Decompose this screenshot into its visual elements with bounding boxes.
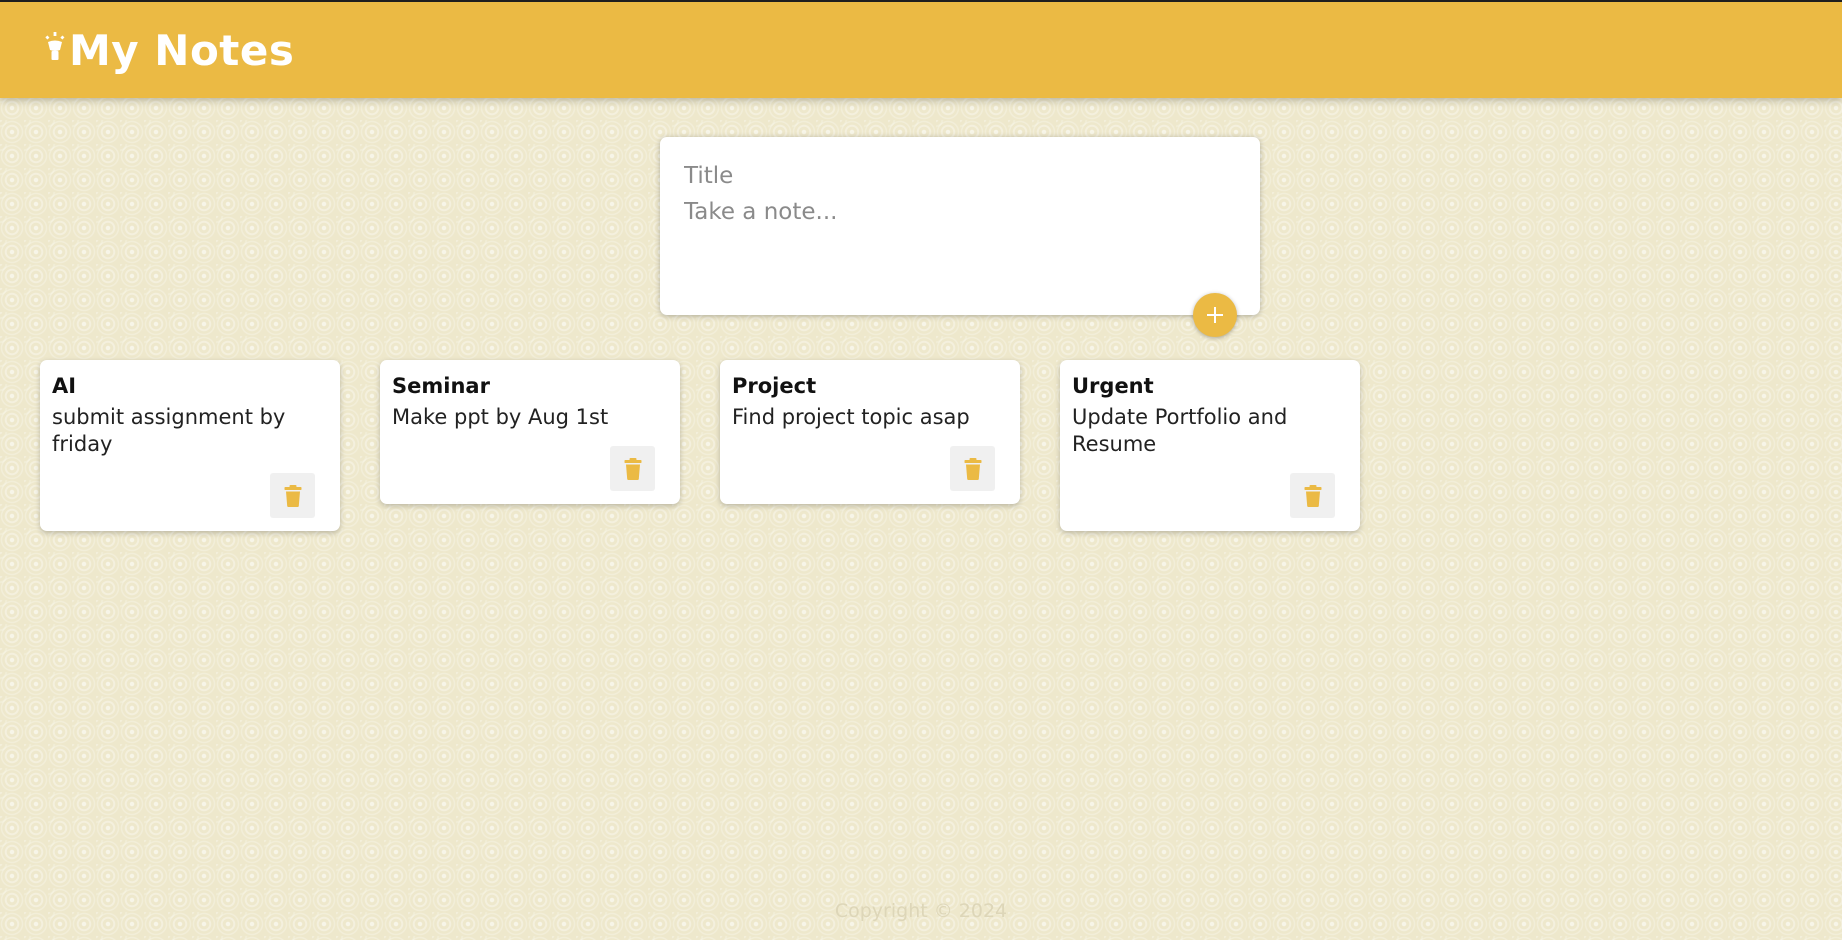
trash-icon xyxy=(964,457,981,480)
note-composer xyxy=(660,137,1260,315)
lightbulb-icon xyxy=(44,30,66,66)
note-title: Seminar xyxy=(392,374,490,398)
app-title: My Notes xyxy=(69,25,295,75)
trash-icon xyxy=(624,457,641,480)
note-content: Make ppt by Aug 1st xyxy=(392,405,609,429)
note-card: Seminar Make ppt by Aug 1st xyxy=(380,360,680,504)
brand: My Notes xyxy=(44,26,294,75)
note-title: Urgent xyxy=(1072,374,1154,398)
note-content: Update Portfolio and Resume xyxy=(1072,405,1288,456)
note-content-input[interactable] xyxy=(684,199,1234,279)
plus-icon xyxy=(1207,307,1223,323)
note-content: submit assignment by friday xyxy=(52,405,286,456)
add-note-button[interactable] xyxy=(1193,293,1237,337)
delete-note-button[interactable] xyxy=(610,446,655,491)
note-card: Project Find project topic asap xyxy=(720,360,1020,504)
note-card: Urgent Update Portfolio and Resume xyxy=(1060,360,1360,531)
trash-icon xyxy=(284,484,301,507)
trash-icon xyxy=(1304,484,1321,507)
note-card: AI submit assignment by friday xyxy=(40,360,340,531)
title-input[interactable] xyxy=(684,160,1234,192)
delete-note-button[interactable] xyxy=(950,446,995,491)
app-header: My Notes xyxy=(0,2,1842,98)
delete-note-button[interactable] xyxy=(1290,473,1335,518)
note-content: Find project topic asap xyxy=(732,405,970,429)
footer: Copyright © 2024 xyxy=(0,900,1842,922)
note-title: AI xyxy=(52,374,77,398)
delete-note-button[interactable] xyxy=(270,473,315,518)
copyright-text: Copyright © 2024 xyxy=(834,900,1008,922)
note-title: Project xyxy=(732,374,817,398)
